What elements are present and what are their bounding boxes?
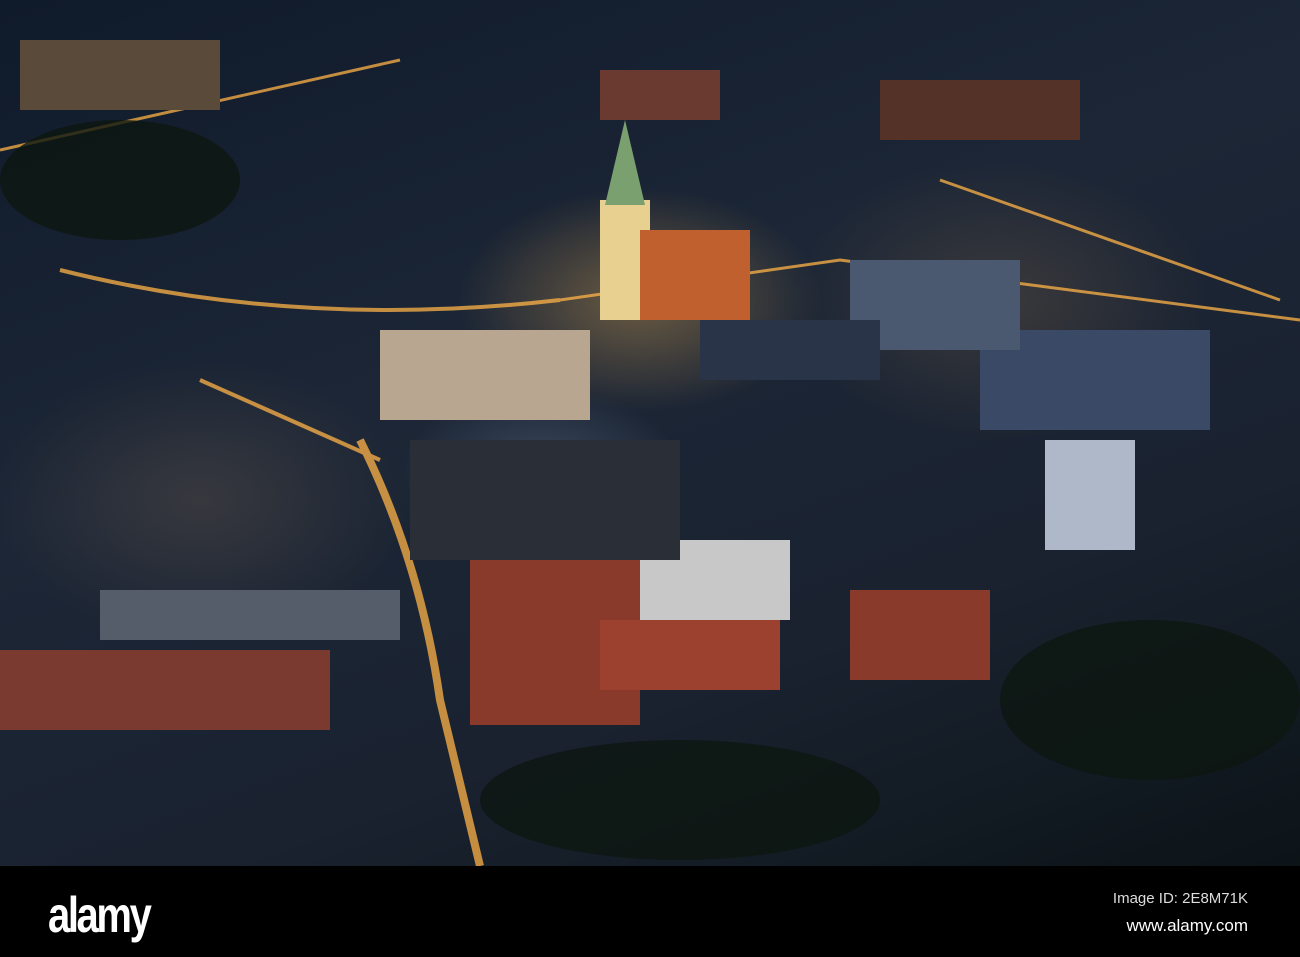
church [600, 120, 750, 320]
alamy-logo: alamy [48, 887, 152, 943]
image-id: Image ID: 2E8M71K [1112, 890, 1248, 907]
city-scene [0, 40, 1300, 866]
aerial-photo [0, 0, 1300, 866]
stock-photo-page: alamy Image ID: 2E8M71K www.alamy.com [0, 0, 1300, 957]
site-url: www.alamy.com [1126, 916, 1248, 935]
footer-bar: alamy Image ID: 2E8M71K www.alamy.com [0, 866, 1300, 957]
